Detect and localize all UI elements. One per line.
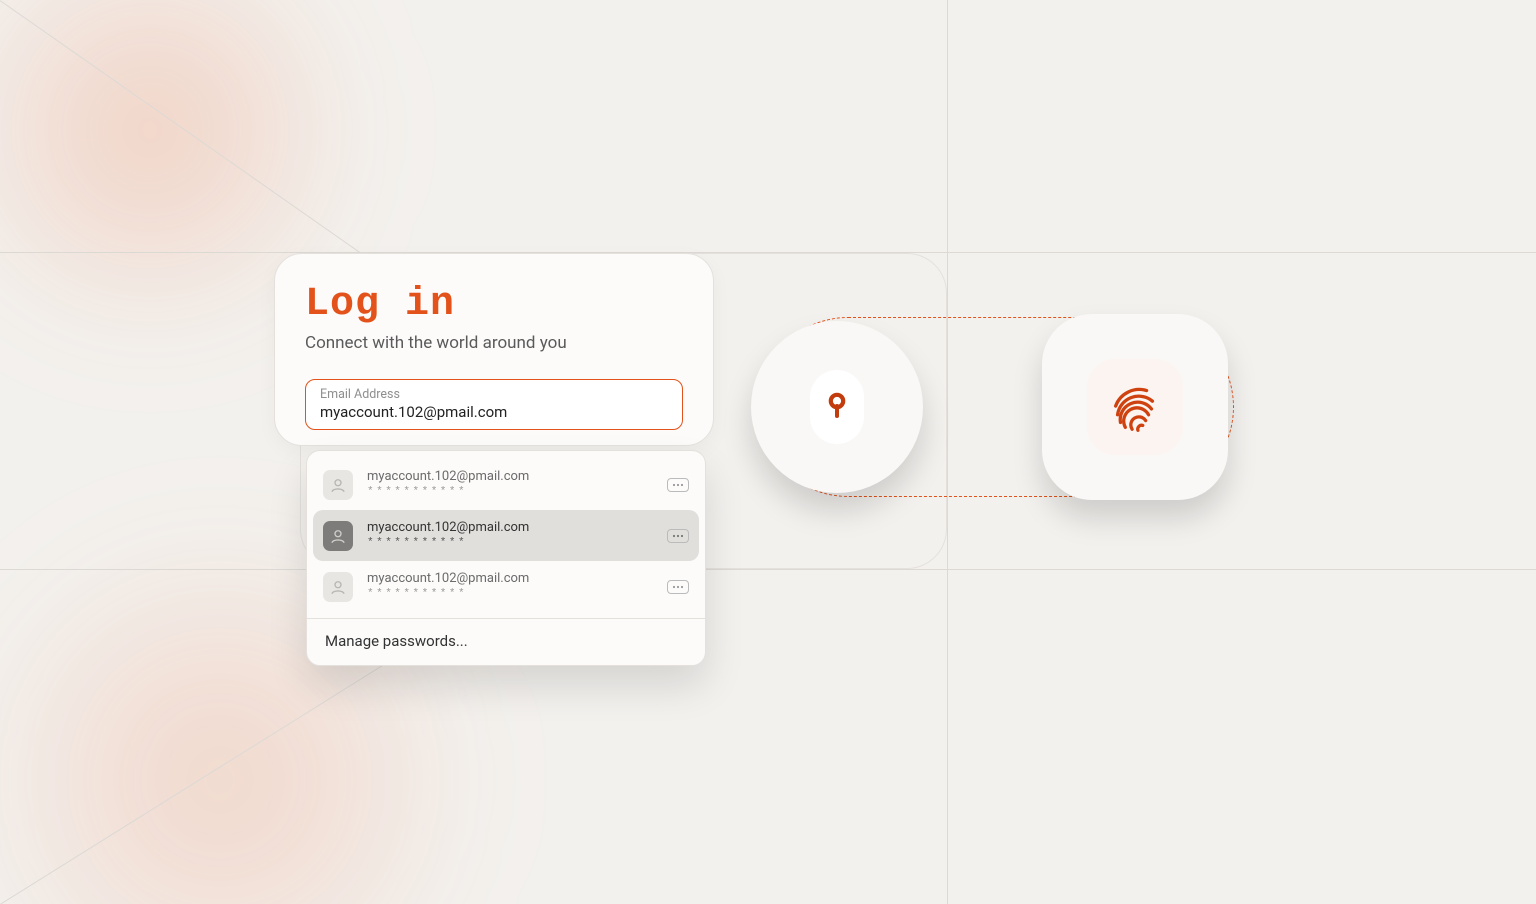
credential-more-button[interactable]: [667, 529, 689, 543]
credential-password-mask: ***********: [367, 588, 653, 602]
login-subtitle: Connect with the world around you: [305, 333, 683, 353]
email-input[interactable]: [320, 403, 668, 421]
avatar-icon: [323, 572, 353, 602]
avatar-icon: [323, 521, 353, 551]
avatar-icon: [323, 470, 353, 500]
credential-more-button[interactable]: [667, 478, 689, 492]
credential-option[interactable]: myaccount.102@pmail.com ***********: [307, 459, 705, 510]
credential-password-mask: ***********: [367, 486, 653, 500]
password-autofill-popup: myaccount.102@pmail.com *********** myac…: [306, 450, 706, 666]
credential-email: myaccount.102@pmail.com: [367, 520, 653, 536]
login-card: Log in Connect with the world around you…: [274, 253, 714, 446]
fingerprint-icon: [1104, 376, 1166, 438]
decor-line: [0, 569, 1536, 570]
fingerprint-badge: [1049, 321, 1221, 493]
credential-email: myaccount.102@pmail.com: [367, 571, 653, 587]
keyhole-badge: [758, 328, 916, 486]
manage-passwords-link[interactable]: Manage passwords...: [307, 619, 705, 665]
credential-email: myaccount.102@pmail.com: [367, 469, 653, 485]
email-label: Email Address: [320, 387, 668, 402]
credential-password-mask: ***********: [367, 537, 653, 551]
credential-more-button[interactable]: [667, 580, 689, 594]
keyhole-icon: [810, 370, 864, 444]
credential-option[interactable]: myaccount.102@pmail.com ***********: [313, 510, 699, 561]
credential-option[interactable]: myaccount.102@pmail.com ***********: [307, 561, 705, 612]
login-title: Log in: [305, 282, 683, 327]
email-field[interactable]: Email Address: [305, 379, 683, 430]
